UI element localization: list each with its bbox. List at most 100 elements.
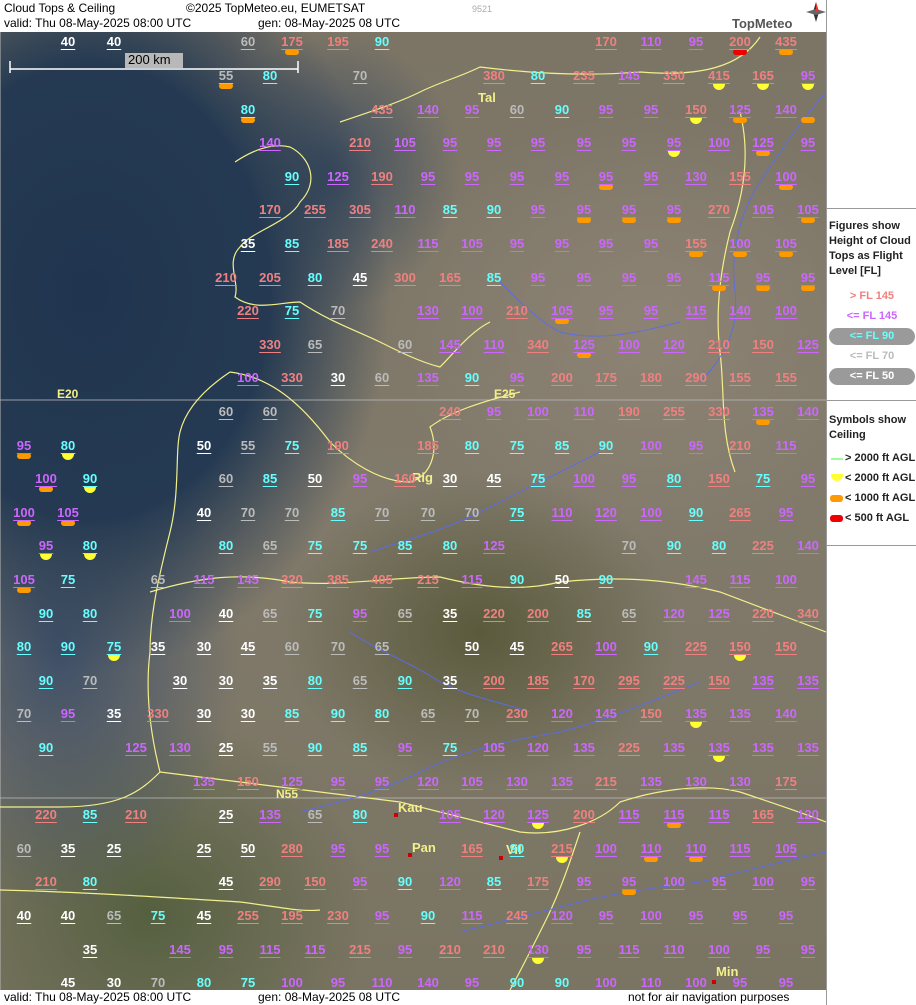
cloud-top-value: 100 [35,471,57,486]
cloud-top-value: 150 [729,639,751,654]
cloud-top-value: 95 [397,942,413,957]
cloud-top-value: 105 [394,135,416,150]
cloud-top-value: 65 [397,606,413,621]
cloud-top-value: 95 [352,606,368,621]
cloud-top-value: 40 [196,505,212,520]
cloud-top-value: 125 [729,102,751,117]
cloud-top-value: 290 [685,370,707,385]
cloud-top-value: 200 [551,370,573,385]
cloud-top-value: 95 [576,202,592,217]
cloud-top-value: 235 [573,68,595,83]
cloud-top-value: 125 [708,606,730,621]
cloud-top-value: 205 [259,270,281,285]
cloud-top-value: 35 [60,841,76,856]
cloud-top-value: 115 [193,572,215,587]
cloud-top-value: 140 [775,102,797,117]
cloud-top-value: 155 [775,370,797,385]
cloud-top-value: 95 [688,438,704,453]
cloud-top-value: 135 [640,774,662,789]
cloud-top-value: 75 [284,303,300,318]
cloud-top-value: 80 [352,807,368,822]
cloud-top-value: 75 [307,538,323,553]
cloud-top-value: 80 [82,538,98,553]
cloud-top-value: 95 [621,471,637,486]
cloud-top-value: 95 [643,169,659,184]
cloud-top-value: 100 [461,303,483,318]
cloud-top-value: 90 [666,538,682,553]
ceiling-symbol-below-1000 [285,49,299,55]
cloud-top-value: 80 [666,471,682,486]
cloud-top-value: 180 [640,370,662,385]
ceiling-symbol-below-1000 [241,117,255,123]
ceiling-symbol-below-1000 [801,217,815,223]
cloud-top-value: 175 [595,370,617,385]
footer-gen: gen: 08-May-2025 08 UTC [258,990,401,1004]
cloud-top-value: 110 [663,942,685,957]
cloud-top-value: 150 [752,337,774,352]
ceiling-symbol-below-1000 [577,217,591,223]
ceiling-symbol-below-1000 [61,520,75,526]
cloud-top-value: 80 [307,270,323,285]
cloud-top-value: 95 [800,942,816,957]
cloud-top-value: 135 [417,370,439,385]
cloud-top-value: 115 [729,572,751,587]
cloud-top-value: 135 [708,740,730,755]
cloud-top-value: 85 [442,202,458,217]
ceiling-symbol-below-1000 [599,184,613,190]
cloud-top-value: 70 [464,706,480,721]
cloud-top-value: 95 [621,874,637,889]
cloud-top-value: 60 [284,639,300,654]
grid-label-n55: N55 [276,787,299,801]
cloud-top-value: 210 [708,337,730,352]
cloud-top-value: 225 [752,538,774,553]
cloud-top-value: 135 [797,673,819,688]
cloud-top-value: 120 [797,807,819,822]
cloud-top-value: 210 [506,303,528,318]
cloud-top-value: 140 [797,404,819,419]
cloud-top-value: 280 [281,841,303,856]
cloud-top-value: 150 [708,673,730,688]
cloud-top-value: 95 [800,68,816,83]
ceiling-symbol-below-2000 [690,118,702,124]
cloud-top-value: 120 [551,706,573,721]
cloud-top-value: 100 [595,639,617,654]
cloud-top-value: 30 [218,673,234,688]
cloud-top-value: 95 [598,303,614,318]
cloud-top-value: 175 [527,874,549,889]
cloud-top-value: 40 [218,606,234,621]
cloud-top-value: 60 [240,34,256,49]
cloud-top-value: 105 [551,303,573,318]
cloud-top-value: 55 [218,68,234,83]
cloud-top-value: 130 [506,774,528,789]
cloud-top-value: 150 [775,639,797,654]
cloud-top-value: 95 [442,135,458,150]
cloud-top-value: 220 [483,606,505,621]
cloud-top-value: 60 [374,370,390,385]
cloud-map[interactable]: 200 km E20 E25 N55 Tal Rig Kau Pan Vil M… [0,32,826,990]
cloud-top-value: 140 [259,135,281,150]
cloud-top-value: 75 [150,908,166,923]
cloud-top-value: 135 [193,774,215,789]
logo-text: TopMeteo [732,16,793,31]
cloud-top-value: 100 [13,505,35,520]
cloud-top-value: 95 [330,841,346,856]
cloud-top-value: 45 [60,975,76,990]
ceiling-symbol-below-1000 [801,117,815,123]
cloud-top-value: 115 [618,942,640,957]
city-label-kau: Kau [398,800,423,815]
cloud-top-value: 115 [685,303,707,318]
cloud-top-value: 95 [598,908,614,923]
ceiling-symbol-below-1000 [17,587,31,593]
cloud-top-value: 135 [729,706,751,721]
cloud-top-value: 35 [442,673,458,688]
cloud-top-value: 95 [778,505,794,520]
cloud-top-value: 90 [374,34,390,49]
cloud-top-value: 80 [464,438,480,453]
figure-legend-item: <= FL 50 [829,368,915,385]
ceiling-symbol-below-1000 [779,251,793,257]
cloud-top-value: 115 [708,807,730,822]
cloud-top-value: 95 [778,908,794,923]
cloud-top-value: 305 [349,202,371,217]
cloud-top-value: 95 [374,908,390,923]
cloud-top-value: 90 [82,471,98,486]
